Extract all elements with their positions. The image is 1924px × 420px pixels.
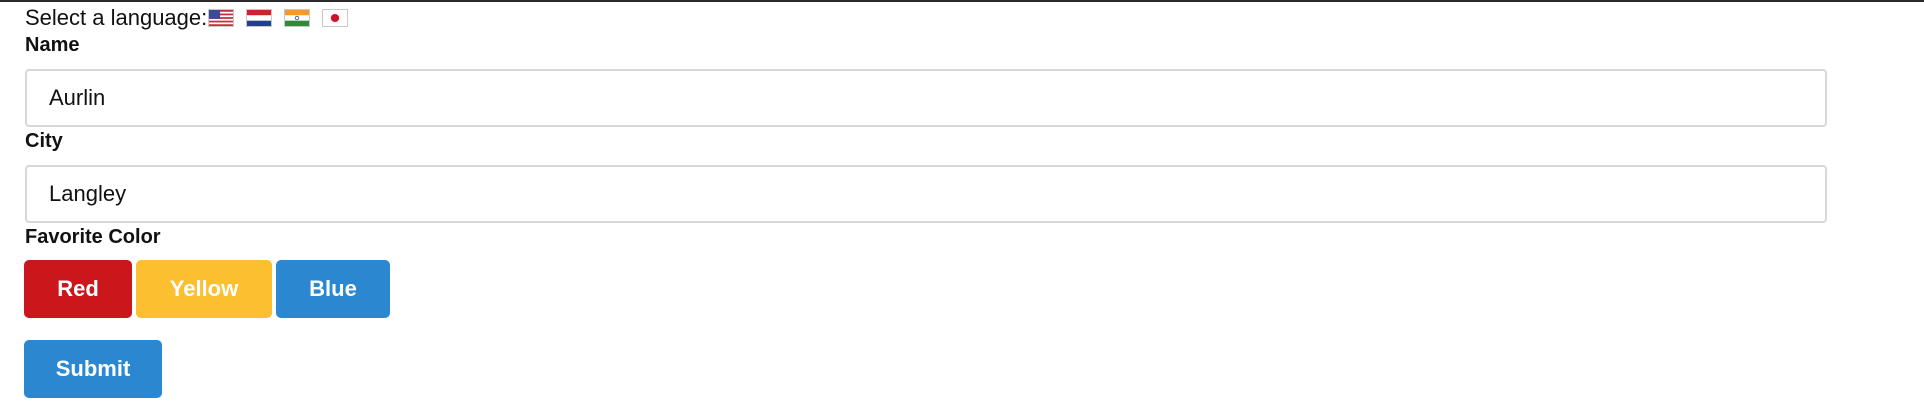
language-selector: Select a language: bbox=[25, 5, 360, 31]
top-border bbox=[0, 0, 1924, 2]
us-flag-icon[interactable] bbox=[208, 9, 235, 27]
language-label: Select a language: bbox=[25, 5, 208, 30]
submit-button[interactable]: Submit bbox=[24, 340, 162, 398]
flag-list bbox=[208, 9, 360, 27]
color-button-group: Red Yellow Blue bbox=[24, 260, 394, 318]
city-label: City bbox=[25, 130, 63, 152]
japan-flag-icon[interactable] bbox=[322, 9, 349, 27]
favorite-color-label: Favorite Color bbox=[25, 226, 161, 248]
yellow-button[interactable]: Yellow bbox=[136, 260, 272, 318]
name-input[interactable] bbox=[25, 69, 1827, 127]
red-button[interactable]: Red bbox=[24, 260, 132, 318]
city-input[interactable] bbox=[25, 165, 1827, 223]
netherlands-flag-icon[interactable] bbox=[246, 9, 273, 27]
name-label: Name bbox=[25, 34, 80, 56]
india-flag-icon[interactable] bbox=[284, 9, 311, 27]
blue-button[interactable]: Blue bbox=[276, 260, 390, 318]
